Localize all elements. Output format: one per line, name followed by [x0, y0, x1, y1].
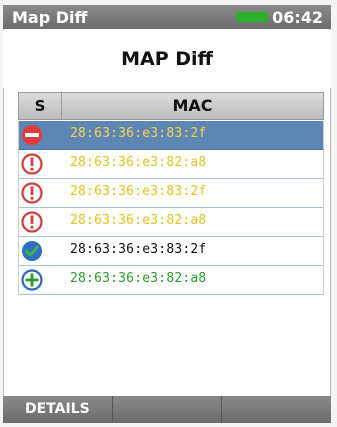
- mac-address: 28:63:36:e3:83:2f: [70, 126, 207, 141]
- table-row[interactable]: 28:63:36:e3:82:a8: [18, 150, 324, 179]
- table-row[interactable]: 28:63:36:e3:82:a8: [18, 266, 324, 295]
- table-row[interactable]: 28:63:36:e3:83:2f: [18, 121, 324, 150]
- mac-address: 28:63:36:e3:82:a8: [70, 213, 207, 228]
- device-screen: Map Diff 06:42 MAP Diff S MAC 28:63:36:e…: [0, 0, 337, 427]
- table-row[interactable]: 28:63:36:e3:83:2f: [18, 237, 324, 266]
- app-title: Map Diff: [12, 8, 88, 27]
- table-header: S MAC: [18, 92, 324, 120]
- softkey-bar: DETAILS: [3, 396, 331, 423]
- softkey-3[interactable]: [222, 396, 331, 423]
- minus-icon: [22, 125, 42, 145]
- mac-address: 28:63:36:e3:82:a8: [70, 271, 207, 286]
- mac-address: 28:63:36:e3:83:2f: [70, 184, 207, 199]
- softkey-2[interactable]: [113, 396, 223, 423]
- plus-icon: [21, 269, 43, 291]
- status-bar: Map Diff 06:42: [3, 5, 331, 29]
- exclamation-icon: [21, 153, 43, 175]
- mac-address: 28:63:36:e3:82:a8: [70, 155, 207, 170]
- check-icon: [22, 241, 42, 261]
- mac-address: 28:63:36:e3:83:2f: [70, 242, 207, 257]
- battery-icon: [236, 12, 268, 22]
- mac-column-header[interactable]: MAC: [62, 93, 323, 119]
- exclamation-icon: [21, 182, 43, 204]
- exclamation-icon: [21, 211, 43, 233]
- status-column-header[interactable]: S: [19, 93, 62, 119]
- clock: 06:42: [272, 8, 323, 27]
- table-row[interactable]: 28:63:36:e3:82:a8: [18, 208, 324, 237]
- details-softkey[interactable]: DETAILS: [3, 396, 113, 423]
- mac-diff-list: 28:63:36:e3:83:2f 28:63:36:e3:82:a8 28:6…: [18, 121, 324, 295]
- table-row[interactable]: 28:63:36:e3:83:2f: [18, 179, 324, 208]
- page-title: MAP Diff: [3, 30, 331, 88]
